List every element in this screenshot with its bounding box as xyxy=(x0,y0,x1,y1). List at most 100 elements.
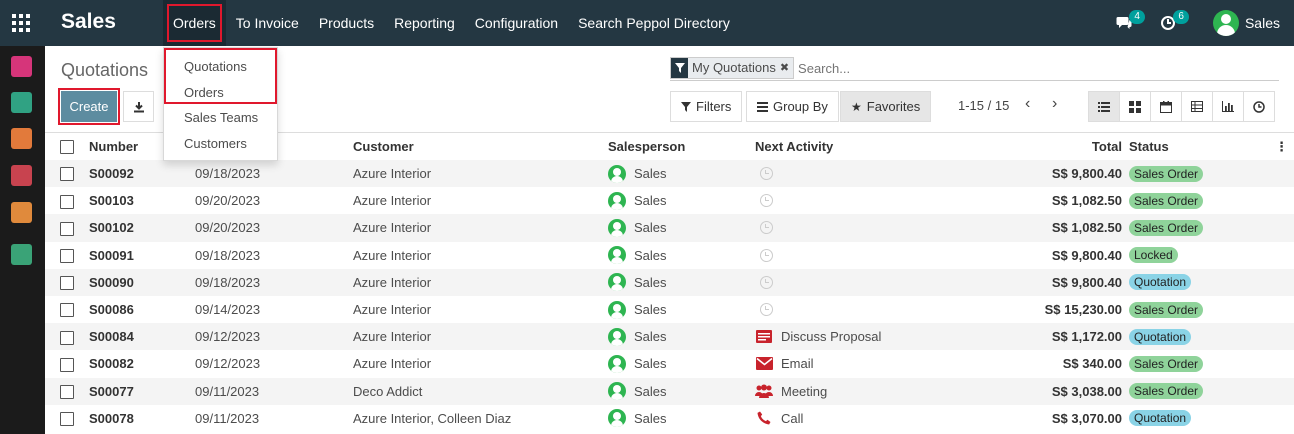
activity-label: Call xyxy=(781,410,804,426)
menu-reporting[interactable]: Reporting xyxy=(384,0,465,46)
select-all-checkbox[interactable] xyxy=(60,140,74,155)
column-status[interactable]: Status xyxy=(1129,133,1269,160)
order-total: S$ 15,230.00 xyxy=(1044,302,1122,318)
facet-label: My Quotations xyxy=(692,60,776,75)
activities-clock-icon[interactable]: 6 xyxy=(1157,10,1189,34)
row-checkbox[interactable] xyxy=(60,248,74,263)
order-date: 09/18/2023 xyxy=(195,160,353,188)
row-checkbox[interactable] xyxy=(60,194,74,209)
list-view-icon[interactable] xyxy=(1088,91,1120,122)
order-total: S$ 340.00 xyxy=(1062,356,1122,372)
order-date: 09/12/2023 xyxy=(195,323,353,351)
customer-name: Azure Interior xyxy=(353,356,432,372)
activity-clock-icon[interactable] xyxy=(759,248,773,262)
dropdown-item-orders[interactable]: Orders xyxy=(184,85,224,100)
menu-products[interactable]: Products xyxy=(309,0,384,46)
column-customer[interactable]: Customer xyxy=(353,133,608,160)
salesperson-avatar[interactable] xyxy=(608,246,626,265)
status-badge: Sales Order xyxy=(1129,219,1204,236)
menu-configuration[interactable]: Configuration xyxy=(465,0,568,46)
table-row[interactable]: S00084 09/12/2023 Azure Interior Sales Discu… xyxy=(45,323,1294,351)
contacts-app-icon[interactable] xyxy=(11,92,32,113)
menu-orders[interactable]: Orders xyxy=(163,0,226,46)
menu-search-peppol[interactable]: Search Peppol Directory xyxy=(568,0,740,46)
order-number: S00102 xyxy=(89,214,195,242)
calendar-view-icon[interactable] xyxy=(1150,91,1182,122)
table-row[interactable]: S00078 09/11/2023 Azure Interior, Colleen … xyxy=(45,405,1294,432)
salesperson-avatar[interactable] xyxy=(608,164,626,183)
activity-view-icon[interactable] xyxy=(1243,91,1275,122)
inventory-app-icon[interactable] xyxy=(11,165,32,186)
filter-icon xyxy=(681,101,691,112)
row-checkbox[interactable] xyxy=(60,303,74,318)
status-badge: Sales Order xyxy=(1129,383,1204,400)
app-brand[interactable]: Sales xyxy=(61,10,116,34)
search-input[interactable] xyxy=(798,60,1279,76)
salesperson-avatar[interactable] xyxy=(608,300,626,319)
activity-clock-icon[interactable] xyxy=(759,275,773,289)
salesperson-avatar[interactable] xyxy=(608,191,626,210)
column-options-icon[interactable]: ⋮ xyxy=(1269,133,1294,160)
apps-menu-icon[interactable] xyxy=(12,14,30,32)
facet-remove-icon[interactable]: ✖ xyxy=(780,58,793,78)
table-row[interactable]: S00082 09/12/2023 Azure Interior Sales Email… xyxy=(45,350,1294,377)
salesperson-avatar[interactable] xyxy=(608,218,626,237)
row-checkbox[interactable] xyxy=(60,357,74,372)
table-row[interactable]: S00092 09/18/2023 Azure Interior Sales S$ 9,… xyxy=(45,160,1294,188)
activity-clock-icon[interactable] xyxy=(759,303,773,317)
row-checkbox[interactable] xyxy=(60,276,74,291)
pager-next-icon[interactable]: › xyxy=(1052,95,1057,113)
activity-clock-icon[interactable] xyxy=(759,167,773,181)
order-number: S00103 xyxy=(89,193,134,209)
order-total: S$ 1,082.50 xyxy=(986,214,1129,242)
groupby-button[interactable]: Group By xyxy=(746,91,839,122)
messages-icon[interactable]: 4 xyxy=(1113,10,1145,34)
salesperson-avatar[interactable] xyxy=(608,273,626,292)
filters-button[interactable]: Filters xyxy=(670,91,743,122)
salesperson-avatar[interactable] xyxy=(608,354,626,373)
order-number: S00090 xyxy=(89,268,195,296)
salesperson-avatar[interactable] xyxy=(608,409,626,428)
column-next-activity[interactable]: Next Activity xyxy=(755,133,986,160)
create-button[interactable]: Create xyxy=(58,88,120,125)
dropdown-item-sales-teams[interactable]: Sales Teams xyxy=(184,110,258,125)
table-row[interactable]: S00102 09/20/2023 Azure Interior Sales S$ 1,… xyxy=(45,214,1294,242)
dropdown-item-customers[interactable]: Customers xyxy=(184,136,247,151)
favorites-button[interactable]: ★ Favorites xyxy=(840,91,932,122)
pager-value[interactable]: 1-15 / 15 xyxy=(958,98,1009,113)
column-salesperson[interactable]: Salesperson xyxy=(608,133,755,160)
column-total[interactable]: Total xyxy=(986,133,1129,160)
pager-previous-icon[interactable]: ‹ xyxy=(1025,95,1030,113)
row-checkbox[interactable] xyxy=(60,330,74,345)
app-sidebar xyxy=(0,46,45,434)
activities-count-badge: 6 xyxy=(1173,10,1189,24)
activity-clock-icon[interactable] xyxy=(759,194,773,208)
row-checkbox[interactable] xyxy=(60,412,74,427)
table-row[interactable]: S00086 09/14/2023 Azure Interior Sales S$ 15… xyxy=(45,296,1294,323)
table-row[interactable]: S00091 09/18/2023 Azure Interior Sales S$ 9,… xyxy=(45,242,1294,269)
graph-view-icon[interactable] xyxy=(1212,91,1244,122)
salesperson-name: Sales xyxy=(634,410,667,426)
download-button[interactable] xyxy=(123,91,154,122)
activity-clock-icon[interactable] xyxy=(759,221,773,235)
row-checkbox[interactable] xyxy=(60,384,74,399)
salesperson-avatar[interactable] xyxy=(608,327,626,346)
dropdown-item-quotations[interactable]: Quotations xyxy=(184,59,247,74)
row-checkbox[interactable] xyxy=(60,167,74,182)
table-row[interactable]: S00090 09/18/2023 Azure Interior Sales S$ 9,… xyxy=(45,268,1294,296)
kanban-view-icon[interactable] xyxy=(1119,91,1151,122)
documents-app-icon[interactable] xyxy=(11,244,32,265)
salesperson-avatar[interactable] xyxy=(608,382,626,401)
table-row[interactable]: S00077 09/11/2023 Deco Addict Sales Meeting S… xyxy=(45,377,1294,405)
menu-to-invoice[interactable]: To Invoice xyxy=(226,0,309,46)
user-avatar xyxy=(1212,10,1239,36)
phone-icon xyxy=(757,411,771,425)
pivot-view-icon[interactable] xyxy=(1181,91,1213,122)
status-badge: Sales Order xyxy=(1129,355,1204,372)
crm-app-icon[interactable] xyxy=(11,128,32,149)
row-checkbox[interactable] xyxy=(60,221,74,236)
invoicing-app-icon[interactable] xyxy=(11,202,32,223)
table-row[interactable]: S00103 09/20/2023 Azure Interior Sales S$ 1,… xyxy=(45,187,1294,214)
discuss-app-icon[interactable] xyxy=(11,56,32,77)
user-menu[interactable]: Sales xyxy=(1212,10,1280,36)
